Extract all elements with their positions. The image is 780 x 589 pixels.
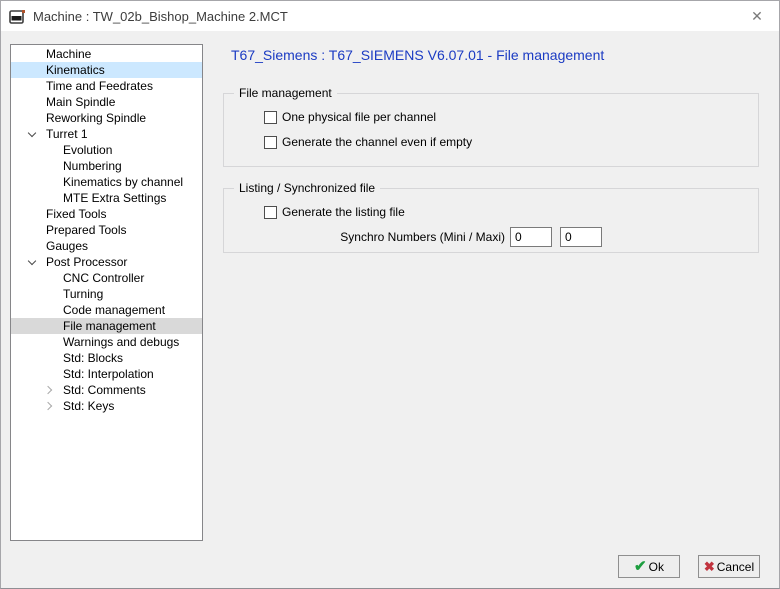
chevron-right-icon[interactable] — [41, 382, 57, 398]
tree-item-label: Main Spindle — [46, 95, 115, 109]
checkbox-one-physical-file-per-channel[interactable] — [264, 111, 277, 124]
tree-item-std-comments[interactable]: Std: Comments — [11, 382, 202, 398]
tree-item-label: Numbering — [63, 159, 122, 173]
machine-dialog: Machine : TW_02b_Bishop_Machine 2.MCT ✕ … — [0, 0, 780, 589]
tree-item-label: Std: Interpolation — [63, 367, 154, 381]
group-title: Listing / Synchronized file — [234, 181, 380, 195]
tree-item-label: Gauges — [46, 239, 88, 253]
machine-icon — [9, 9, 26, 24]
tree-item-label: MTE Extra Settings — [63, 191, 166, 205]
ok-button[interactable]: ✔ Ok — [618, 555, 680, 578]
tree-item-evolution[interactable]: Evolution — [11, 142, 202, 158]
page-title: T67_Siemens : T67_SIEMENS V6.07.01 - Fil… — [231, 47, 604, 63]
tree-item-label: CNC Controller — [63, 271, 144, 285]
tree-item-turret-1[interactable]: Turret 1 — [11, 126, 202, 142]
tree-item-reworking-spindle[interactable]: Reworking Spindle — [11, 110, 202, 126]
title-bar: Machine : TW_02b_Bishop_Machine 2.MCT ✕ — [1, 1, 779, 31]
synchro-maxi-field[interactable] — [560, 227, 602, 247]
synchro-mini-field[interactable] — [510, 227, 552, 247]
machine-settings-tree: Machine Kinematics Time and Feedrates Ma… — [10, 44, 203, 541]
group-title: File management — [234, 86, 337, 100]
tree-item-label: Kinematics — [46, 63, 105, 77]
cancel-button[interactable]: ✖ Cancel — [698, 555, 760, 578]
cancel-button-label: Cancel — [717, 560, 754, 574]
tree-item-label: Std: Keys — [63, 399, 114, 413]
tree-item-machine[interactable]: Machine — [11, 46, 202, 62]
tree-item-label: Turret 1 — [46, 127, 88, 141]
tree-item-kinematics[interactable]: Kinematics — [11, 62, 202, 78]
tree-item-warnings-and-debugs[interactable]: Warnings and debugs — [11, 334, 202, 350]
tree-item-label: Kinematics by channel — [63, 175, 183, 189]
checkbox-generate-channel-even-if-empty[interactable] — [264, 136, 277, 149]
tree-item-turning[interactable]: Turning — [11, 286, 202, 302]
tree-item-label: Warnings and debugs — [63, 335, 179, 349]
chevron-down-icon[interactable] — [24, 126, 40, 142]
tree-item-label: Std: Blocks — [63, 351, 123, 365]
tree-item-std-keys[interactable]: Std: Keys — [11, 398, 202, 414]
window-title: Machine : TW_02b_Bishop_Machine 2.MCT — [33, 9, 288, 24]
tree-item-label: Fixed Tools — [46, 207, 106, 221]
tree-item-gauges[interactable]: Gauges — [11, 238, 202, 254]
tree-item-numbering[interactable]: Numbering — [11, 158, 202, 174]
chevron-right-icon[interactable] — [41, 398, 57, 414]
ok-button-label: Ok — [649, 560, 664, 574]
tree-item-label: Std: Comments — [63, 383, 146, 397]
check-icon: ✔ — [634, 559, 647, 574]
tree-item-time-and-feedrates[interactable]: Time and Feedrates — [11, 78, 202, 94]
tree-item-post-processor[interactable]: Post Processor — [11, 254, 202, 270]
tree-item-label: File management — [63, 319, 156, 333]
tree-item-file-management[interactable]: File management — [11, 318, 202, 334]
checkbox-row: Generate the channel even if empty — [264, 135, 472, 149]
tree-item-label: Code management — [63, 303, 165, 317]
tree-item-label: Post Processor — [46, 255, 127, 269]
checkbox-row: One physical file per channel — [264, 110, 436, 124]
tree-item-main-spindle[interactable]: Main Spindle — [11, 94, 202, 110]
checkbox-label: One physical file per channel — [282, 110, 436, 124]
tree-item-label: Turning — [63, 287, 103, 301]
group-listing-synchronized-file: Listing / Synchronized file Generate the… — [223, 188, 759, 253]
tree-item-kinematics-by-channel[interactable]: Kinematics by channel — [11, 174, 202, 190]
checkbox-label: Generate the listing file — [282, 205, 405, 219]
tree-item-std-interpolation[interactable]: Std: Interpolation — [11, 366, 202, 382]
tree-item-prepared-tools[interactable]: Prepared Tools — [11, 222, 202, 238]
chevron-down-icon[interactable] — [24, 254, 40, 270]
tree-item-std-blocks[interactable]: Std: Blocks — [11, 350, 202, 366]
tree-item-mte-extra-settings[interactable]: MTE Extra Settings — [11, 190, 202, 206]
tree-item-label: Machine — [46, 47, 91, 61]
group-file-management: File management One physical file per ch… — [223, 93, 759, 167]
tree-item-label: Time and Feedrates — [46, 79, 153, 93]
synchro-numbers-label: Synchro Numbers (Mini / Maxi) — [224, 230, 505, 244]
checkbox-generate-listing-file[interactable] — [264, 206, 277, 219]
tree-item-label: Evolution — [63, 143, 112, 157]
checkbox-label: Generate the channel even if empty — [282, 135, 472, 149]
x-icon: ✖ — [704, 560, 715, 573]
tree-item-cnc-controller[interactable]: CNC Controller — [11, 270, 202, 286]
tree-item-fixed-tools[interactable]: Fixed Tools — [11, 206, 202, 222]
tree-item-code-management[interactable]: Code management — [11, 302, 202, 318]
close-icon[interactable]: ✕ — [735, 1, 779, 31]
checkbox-row: Generate the listing file — [264, 205, 405, 219]
tree-item-label: Prepared Tools — [46, 223, 127, 237]
tree-item-label: Reworking Spindle — [46, 111, 146, 125]
